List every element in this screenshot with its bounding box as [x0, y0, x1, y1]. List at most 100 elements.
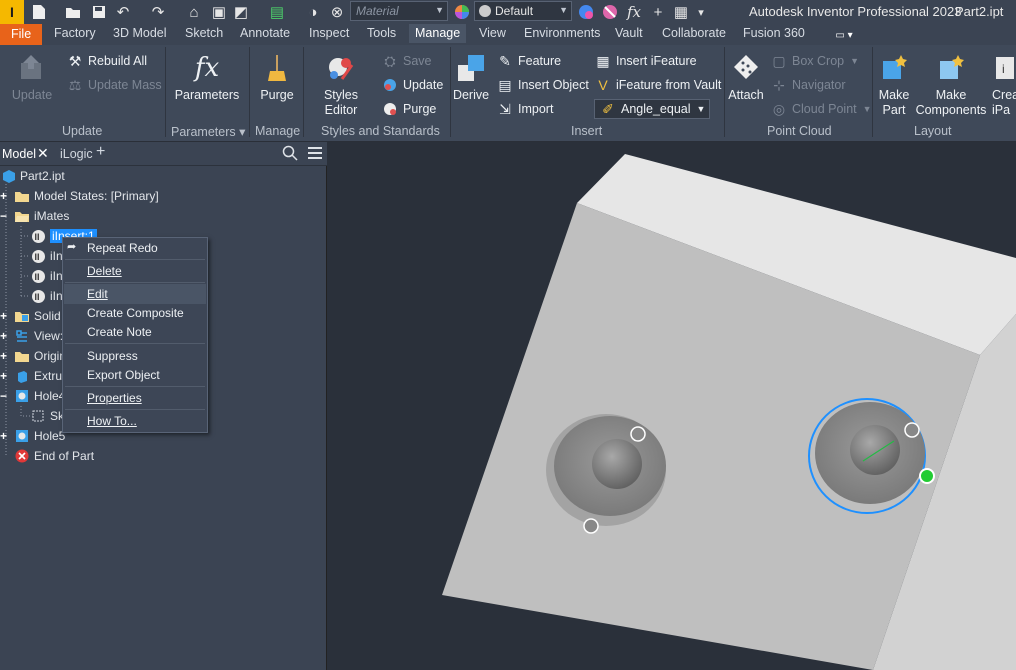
- expand-icon[interactable]: +: [0, 349, 10, 363]
- styles-save-button[interactable]: ⛭ Save: [381, 52, 431, 70]
- tab-collaborate[interactable]: Collaborate: [662, 26, 726, 40]
- measure-icon[interactable]: ◩: [232, 3, 250, 21]
- new-file-icon[interactable]: [30, 3, 48, 21]
- insert-ifeature-button[interactable]: ▦ Insert iFeature: [594, 52, 696, 70]
- tab-annotate[interactable]: Annotate: [240, 26, 290, 40]
- styles-purge-button[interactable]: Purge: [381, 100, 436, 118]
- tree-node-end-of-part[interactable]: End of Part: [14, 446, 94, 466]
- collapse-icon[interactable]: −: [0, 209, 10, 223]
- group-parameters-label[interactable]: Parameters ▾: [171, 124, 245, 139]
- tree-node-root[interactable]: Part2.ipt: [0, 166, 65, 186]
- appearance-icon[interactable]: ⊗: [328, 3, 346, 21]
- hole-left[interactable]: [546, 414, 666, 526]
- material-dropdown[interactable]: Material ▼: [350, 1, 448, 21]
- menu-item-properties[interactable]: Properties: [87, 391, 142, 405]
- make-components-button[interactable]: Make Components: [915, 51, 987, 118]
- tree-node-origin[interactable]: + Origin: [0, 346, 66, 366]
- menu-item-suppress[interactable]: Suppress: [87, 349, 138, 363]
- appearance-dropdown[interactable]: Default ▼: [474, 1, 572, 21]
- tree-node-extrusion[interactable]: + Extrus: [0, 366, 68, 386]
- cloud-point-button[interactable]: ◎ Cloud Point ▼: [770, 100, 872, 118]
- customize-qat-icon[interactable]: ▾: [694, 3, 708, 21]
- purge-button[interactable]: Purge: [255, 51, 299, 103]
- box-crop-button[interactable]: ▢ Box Crop ▼: [770, 52, 859, 70]
- update-mass-button[interactable]: ⚖ Update Mass: [66, 76, 162, 94]
- group-update-label: Update: [62, 124, 103, 138]
- fx-icon[interactable]: fx: [624, 2, 644, 22]
- expand-icon[interactable]: +: [0, 329, 10, 343]
- feature-button[interactable]: ✎ Feature: [496, 52, 561, 70]
- tab-vault[interactable]: Vault: [615, 26, 643, 40]
- expand-icon[interactable]: +: [0, 369, 10, 383]
- menu-item-export-object[interactable]: Export Object: [87, 368, 160, 382]
- select-icon[interactable]: ▤: [268, 3, 286, 21]
- tree-node-view[interactable]: + View:: [0, 326, 63, 346]
- menu-item-create-composite[interactable]: Create Composite: [87, 306, 184, 320]
- menu-item-edit[interactable]: Edit: [87, 287, 108, 301]
- menu-item-delete[interactable]: Delete: [87, 264, 122, 278]
- project-icon[interactable]: ▣: [210, 3, 228, 21]
- panel-toggle-icon[interactable]: ▭ ▾: [830, 27, 858, 43]
- ifeature-dropdown[interactable]: ✐ Angle_equal ▼: [594, 99, 711, 119]
- add-tab-icon[interactable]: +: [96, 143, 105, 161]
- color-override-icon[interactable]: ◑: [304, 3, 322, 21]
- search-icon[interactable]: [282, 145, 298, 161]
- svg-text:II: II: [34, 252, 39, 262]
- tab-manage[interactable]: Manage: [409, 24, 467, 43]
- graphics-viewport[interactable]: [327, 142, 1016, 670]
- save-icon[interactable]: [90, 3, 108, 21]
- tab-sketch[interactable]: Sketch: [185, 26, 223, 40]
- clear-appearance-icon[interactable]: [601, 3, 619, 21]
- inventor-logo[interactable]: I: [0, 0, 24, 24]
- home-icon[interactable]: ⌂: [185, 3, 203, 21]
- tree-node-solid-bodies[interactable]: + Solid I: [0, 306, 67, 326]
- menu-separator: [65, 409, 205, 410]
- undo-icon[interactable]: ↶: [113, 3, 133, 21]
- expand-icon[interactable]: +: [0, 309, 10, 323]
- menu-icon[interactable]: [307, 145, 323, 161]
- styles-update-button[interactable]: Update: [381, 76, 443, 94]
- hole-right[interactable]: [808, 398, 926, 514]
- tree-node-sketch[interactable]: Sk: [30, 406, 64, 426]
- menu-item-repeat-redo[interactable]: Repeat Redo: [87, 241, 158, 255]
- tree-node-model-states[interactable]: + Model States: [Primary]: [0, 186, 159, 206]
- tab-file[interactable]: File: [0, 24, 42, 45]
- import-button[interactable]: ⇲ Import: [496, 100, 553, 118]
- tree-node-iinsert-3[interactable]: II iIn: [30, 266, 63, 286]
- tab-view[interactable]: View: [479, 26, 506, 40]
- expand-icon[interactable]: +: [0, 189, 10, 203]
- navigator-button[interactable]: ⊹ Navigator: [770, 76, 845, 94]
- create-ipart-button[interactable]: i Crea iPa: [992, 51, 1016, 118]
- tree-node-iinsert-4[interactable]: II iIn: [30, 286, 63, 306]
- derive-button[interactable]: Derive: [452, 51, 490, 103]
- 3d-part-model[interactable]: [327, 142, 1016, 670]
- ifeature-from-vault-button[interactable]: ViFeature from Vault: [594, 76, 721, 94]
- tab-fusion-360[interactable]: Fusion 360: [743, 26, 805, 40]
- tree-node-hole4[interactable]: − Hole4: [0, 386, 65, 406]
- expand-icon[interactable]: +: [0, 429, 10, 443]
- rebuild-all-button[interactable]: ⚒ Rebuild All: [66, 52, 147, 70]
- tab-3d-model[interactable]: 3D Model: [113, 26, 167, 40]
- styles-editor-button[interactable]: Styles Editor: [307, 51, 375, 118]
- open-folder-icon[interactable]: [64, 3, 82, 21]
- menu-item-create-note[interactable]: Create Note: [87, 325, 152, 339]
- tree-node-iinsert-2[interactable]: II iIn: [30, 246, 63, 266]
- color-wheel-icon[interactable]: [453, 3, 471, 21]
- tree-node-hole5[interactable]: + Hole5: [0, 426, 65, 446]
- tab-inspect[interactable]: Inspect: [309, 26, 349, 40]
- tab-tools[interactable]: Tools: [367, 26, 396, 40]
- grid-icon[interactable]: ▦: [672, 3, 690, 21]
- make-part-button[interactable]: Make Part: [874, 51, 914, 118]
- tree-node-imates[interactable]: − iMates: [0, 206, 69, 226]
- redo-icon[interactable]: ↷: [148, 3, 168, 21]
- tab-factory[interactable]: Factory: [54, 26, 96, 40]
- attach-button[interactable]: Attach: [727, 51, 765, 103]
- menu-item-how-to[interactable]: How To...: [87, 414, 137, 428]
- insert-object-button[interactable]: ▤ Insert Object: [496, 76, 589, 94]
- tab-environments[interactable]: Environments: [524, 26, 600, 40]
- update-button[interactable]: Update: [8, 51, 56, 103]
- plus-icon[interactable]: +: [650, 3, 666, 21]
- collapse-icon[interactable]: −: [0, 389, 10, 403]
- parameters-button[interactable]: fx Parameters: [174, 51, 240, 103]
- adjust-icon[interactable]: [577, 3, 595, 21]
